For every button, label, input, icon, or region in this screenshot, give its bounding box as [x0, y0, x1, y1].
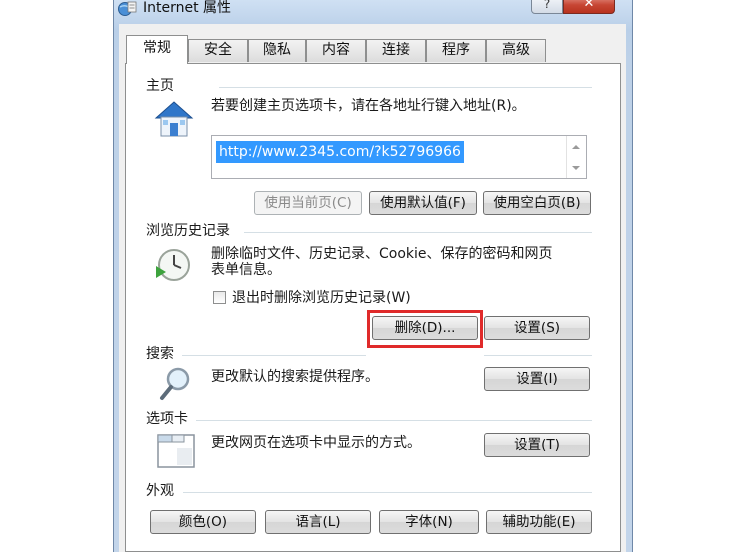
colors-button[interactable]: 颜色(O): [150, 510, 256, 534]
section-title-homepage: 主页: [146, 78, 174, 94]
search-description: 更改默认的搜索提供程序。: [211, 369, 379, 385]
tab-advanced[interactable]: 高级: [486, 39, 546, 62]
home-icon: [152, 98, 196, 138]
history-clock-icon: [153, 244, 193, 284]
close-button[interactable]: ✕: [563, 0, 615, 14]
accessibility-button[interactable]: 辅助功能(E): [486, 510, 592, 534]
tabs-description: 更改网页在选项卡中显示的方式。: [211, 435, 421, 451]
section-title-appearance: 外观: [146, 483, 174, 499]
section-title-history: 浏览历史记录: [146, 223, 230, 239]
languages-button[interactable]: 语言(L): [265, 510, 371, 534]
section-title-search: 搜索: [146, 346, 174, 362]
homepage-description: 若要创建主页选项卡，请在各地址行键入地址(R)。: [211, 98, 526, 114]
use-default-button[interactable]: 使用默认值(F): [369, 191, 477, 215]
section-divider: [182, 355, 366, 356]
use-blank-button[interactable]: 使用空白页(B): [483, 191, 591, 215]
tabs-settings-button[interactable]: 设置(T): [484, 433, 590, 457]
homepage-url-value[interactable]: http://www.2345.com/?k52796966: [216, 141, 464, 163]
search-settings-button[interactable]: 设置(I): [484, 367, 590, 391]
delete-on-exit-checkbox[interactable]: [213, 291, 226, 304]
tab-general[interactable]: 常规: [126, 35, 188, 64]
fonts-button[interactable]: 字体(N): [379, 510, 479, 534]
scroll-up-arrow-icon[interactable]: [572, 145, 580, 149]
tab-privacy[interactable]: 隐私: [248, 39, 306, 62]
window-title: Internet 属性: [143, 0, 232, 16]
help-button[interactable]: ?: [531, 0, 563, 14]
homepage-scrollbar[interactable]: [566, 136, 586, 178]
tab-content[interactable]: 内容: [306, 39, 366, 62]
history-description-line1: 删除临时文件、历史记录、Cookie、保存的密码和网页: [211, 246, 553, 262]
tab-security[interactable]: 安全: [188, 39, 248, 62]
tab-connections[interactable]: 连接: [366, 39, 426, 62]
history-description-line2: 表单信息。: [211, 262, 281, 278]
tab-programs[interactable]: 程序: [426, 39, 486, 62]
section-divider: [244, 232, 592, 233]
use-current-button[interactable]: 使用当前页(C): [254, 191, 362, 215]
section-divider: [219, 87, 592, 88]
magnifier-icon: [158, 365, 194, 403]
section-divider: [196, 420, 592, 421]
highlight-box: [367, 310, 483, 348]
scroll-down-arrow-icon[interactable]: [572, 166, 580, 170]
section-title-tabs: 选项卡: [146, 411, 188, 427]
section-divider: [183, 492, 592, 493]
section-divider: [484, 355, 592, 356]
delete-on-exit-label[interactable]: 退出时删除浏览历史记录(W): [232, 290, 411, 307]
internet-options-icon: [117, 0, 137, 16]
tabbed-window-icon: [155, 429, 197, 471]
history-settings-button[interactable]: 设置(S): [484, 316, 590, 340]
